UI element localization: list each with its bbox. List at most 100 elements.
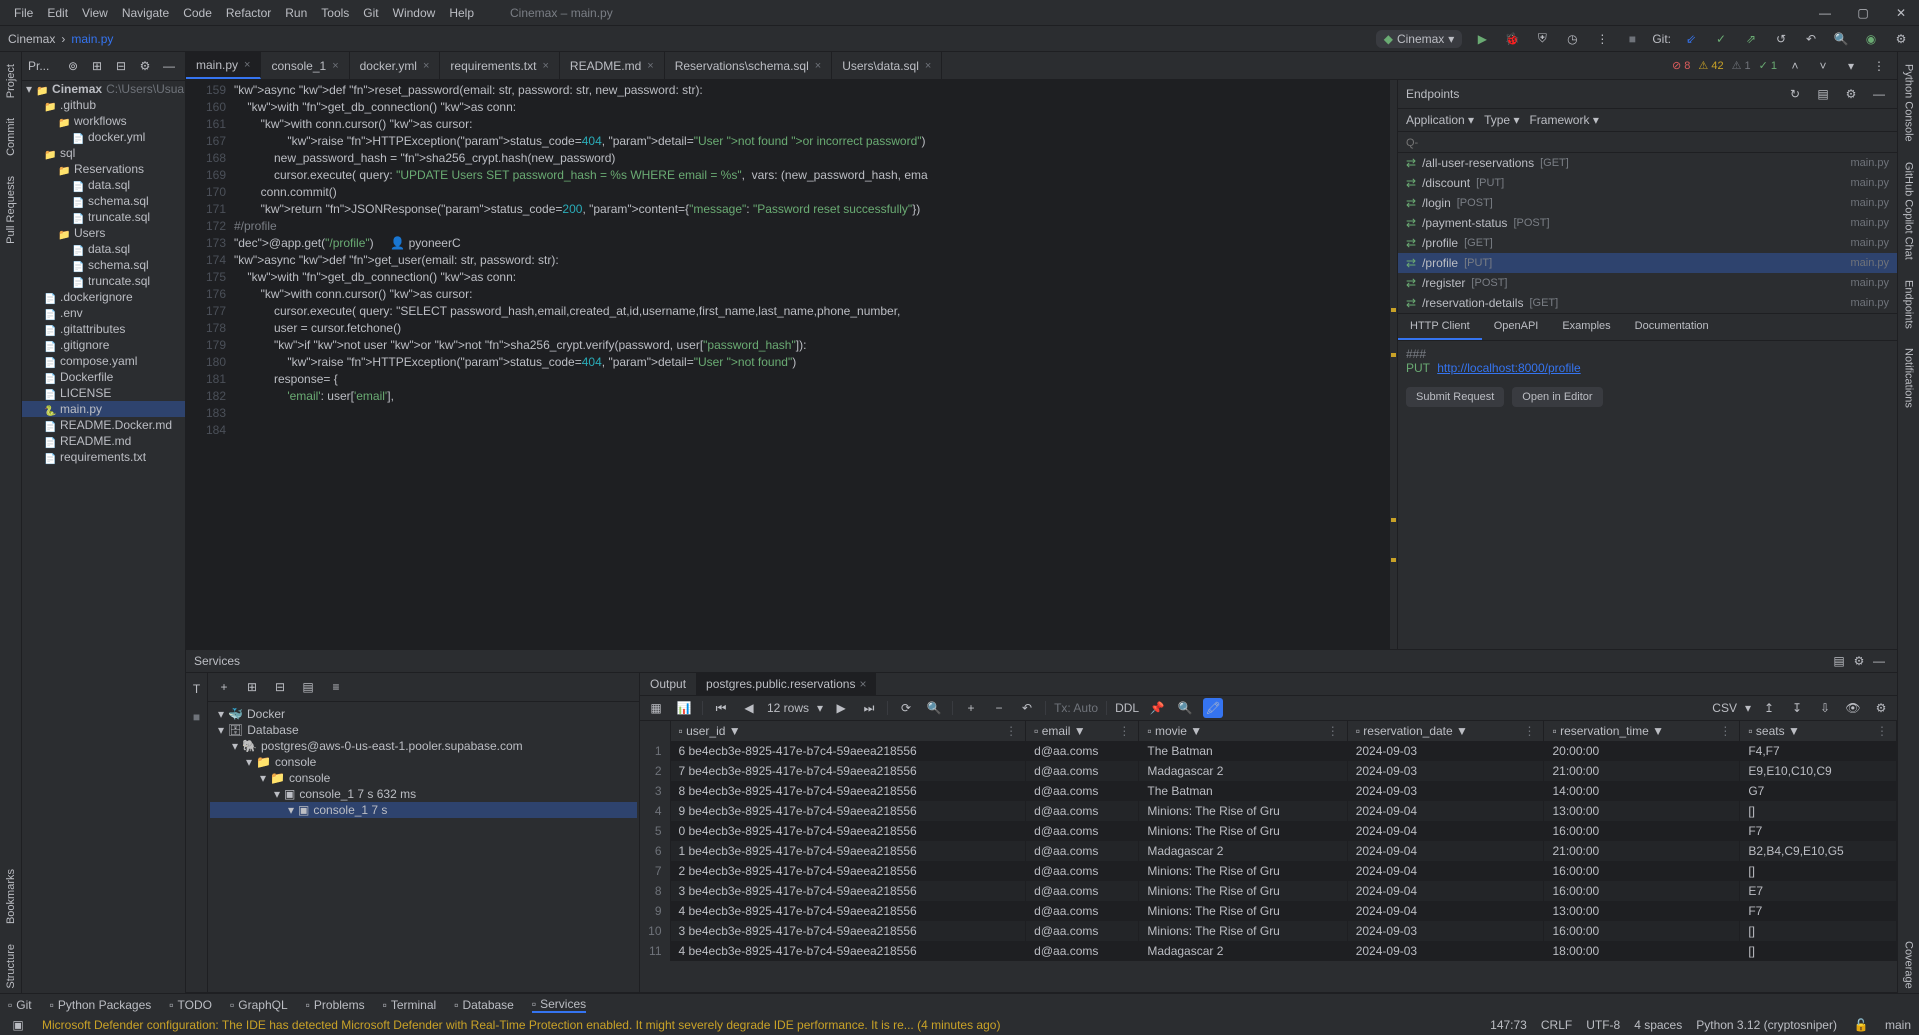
breadcrumb-project[interactable]: Cinemax [8,32,55,46]
toolwindow-structure[interactable]: Structure [5,940,17,993]
tree-node[interactable]: .gitignore [22,337,185,353]
http-url[interactable]: http://localhost:8000/profile [1437,361,1580,375]
next-page-icon[interactable]: ▶ [831,698,851,718]
table-cell[interactable]: 2024-09-03 [1347,921,1544,941]
menu-help[interactable]: Help [443,4,480,22]
tab-more-icon[interactable]: ⋮ [1869,56,1889,76]
service-node[interactable]: ▾📁console [210,754,637,770]
service-node[interactable]: ▾▣console_1 7 s 632 ms [210,786,637,802]
table-cell[interactable]: F7 [1740,821,1897,841]
table-cell[interactable]: 7 be4ecb3e-8925-417e-b7c4-59aeea218556 [670,761,1026,781]
column-header[interactable]: ▫ movie ▼ ⋮ [1139,721,1347,741]
table-row[interactable]: 49 be4ecb3e-8925-417e-b7c4-59aeea218556d… [640,801,1897,821]
endpoint-item[interactable]: ⇄/reservation-details [GET]main.py [1398,293,1897,313]
endpoints-search-input[interactable] [1406,137,1889,149]
add-service-icon[interactable]: + [214,677,234,697]
services-stop-icon[interactable]: ■ [187,707,207,727]
vcs-rollback-icon[interactable]: ↶ [1801,29,1821,49]
line-separator[interactable]: CRLF [1541,1018,1572,1032]
editor-tab[interactable]: README.md× [560,52,665,79]
table-cell[interactable]: G7 [1740,781,1897,801]
svc-expand-icon[interactable]: ⊞ [242,677,262,697]
file-encoding[interactable]: UTF-8 [1586,1018,1620,1032]
search-icon[interactable]: 🔍 [1175,698,1195,718]
tree-node[interactable]: truncate.sql [22,209,185,225]
editor-tab[interactable]: main.py× [186,52,261,79]
open-in-editor-button[interactable]: Open in Editor [1512,387,1602,407]
table-cell[interactable]: d@aa.coms [1026,801,1139,821]
tree-node[interactable]: Users [22,225,185,241]
menu-file[interactable]: File [8,4,39,22]
table-cell[interactable]: 4 be4ecb3e-8925-417e-b7c4-59aeea218556 [670,901,1026,921]
table-cell[interactable]: 2024-09-04 [1347,841,1544,861]
menu-refactor[interactable]: Refactor [220,4,277,22]
errors-badge[interactable]: ⊘ 8 [1672,59,1690,72]
table-cell[interactable]: d@aa.coms [1026,921,1139,941]
table-cell[interactable]: d@aa.coms [1026,941,1139,961]
table-cell[interactable]: 2024-09-03 [1347,741,1544,761]
tree-node[interactable]: data.sql [22,177,185,193]
service-node[interactable]: ▾🐳Docker [210,706,637,722]
filter-icon[interactable]: ▼ [1788,724,1800,738]
toolwindow-commit[interactable]: Commit [5,114,17,160]
db-result-table[interactable]: ▫ user_id ▼ ⋮▫ email ▼ ⋮▫ movie ▼ ⋮▫ res… [640,721,1897,992]
table-cell[interactable]: Minions: The Rise of Gru [1139,921,1347,941]
tree-node[interactable]: compose.yaml [22,353,185,369]
table-cell[interactable]: d@aa.coms [1026,861,1139,881]
filter-icon[interactable]: ▼ [729,724,741,738]
table-cell[interactable]: [] [1740,941,1897,961]
table-cell[interactable]: 16:00:00 [1544,821,1740,841]
project-tree[interactable]: ▾Cinemax C:\Users\Usuari....githubworkfl… [22,81,185,993]
table-cell[interactable]: 18:00:00 [1544,941,1740,961]
tree-node[interactable]: LICENSE [22,385,185,401]
table-row[interactable]: 61 be4ecb3e-8925-417e-b7c4-59aeea218556d… [640,841,1897,861]
table-cell[interactable]: d@aa.coms [1026,781,1139,801]
table-cell[interactable]: Minions: The Rise of Gru [1139,801,1347,821]
filter-icon[interactable]: ▼ [1190,724,1202,738]
services-settings-icon[interactable]: ⚙ [1849,651,1869,671]
table-cell[interactable]: 0 be4ecb3e-8925-417e-b7c4-59aeea218556 [670,821,1026,841]
service-node[interactable]: ▾📁console [210,770,637,786]
close-tab-icon[interactable]: × [925,60,931,72]
table-cell[interactable]: E9,E10,C10,C9 [1740,761,1897,781]
profile-icon[interactable]: ◷ [1562,29,1582,49]
table-cell[interactable]: Minions: The Rise of Gru [1139,861,1347,881]
import-icon[interactable]: ⇩ [1815,698,1835,718]
bottom-toolwindow-services[interactable]: ▫Services [532,997,586,1013]
export-up-icon[interactable]: ↥ [1759,698,1779,718]
minimize-icon[interactable]: — [1815,3,1835,23]
git-branch[interactable]: main [1885,1018,1911,1032]
endpoint-item[interactable]: ⇄/profile [PUT]main.py [1398,253,1897,273]
filter-icon[interactable]: ▼ [1456,724,1468,738]
toolwindow-endpoints[interactable]: Endpoints [1903,276,1915,333]
bottom-toolwindow-todo[interactable]: ▫TODO [169,998,212,1012]
endpoint-item[interactable]: ⇄/discount [PUT]main.py [1398,173,1897,193]
table-cell[interactable]: 2024-09-03 [1347,761,1544,781]
menu-view[interactable]: View [76,4,114,22]
services-hide-icon[interactable]: — [1869,651,1889,671]
endpoints-filter-framework[interactable]: Framework ▾ [1529,113,1598,127]
endpoints-search[interactable] [1398,132,1897,153]
stop-icon[interactable]: ■ [1622,29,1642,49]
endpoints-refresh-icon[interactable]: ↻ [1785,84,1805,104]
column-header[interactable]: ▫ email ▼ ⋮ [1026,721,1139,741]
table-cell[interactable]: 13:00:00 [1544,801,1740,821]
first-page-icon[interactable]: ⏮ [711,698,731,718]
pin-icon[interactable]: 📌 [1147,698,1167,718]
endpoint-tab-openapi[interactable]: OpenAPI [1482,314,1551,340]
tree-node[interactable]: .env [22,305,185,321]
view-query-icon[interactable]: 👁 [1843,698,1863,718]
tree-node[interactable]: sql [22,145,185,161]
table-cell[interactable]: 2024-09-04 [1347,901,1544,921]
table-cell[interactable]: d@aa.coms [1026,901,1139,921]
select-opened-file-icon[interactable]: ⊚ [63,56,83,76]
copilot-icon[interactable]: ◉ [1861,29,1881,49]
highlight-icon[interactable]: 🖍 [1203,698,1223,718]
caret-position[interactable]: 147:73 [1490,1018,1527,1032]
result-tab[interactable]: Output [640,673,696,695]
table-row[interactable]: 27 be4ecb3e-8925-417e-b7c4-59aeea218556d… [640,761,1897,781]
table-cell[interactable]: 2024-09-04 [1347,861,1544,881]
menu-run[interactable]: Run [279,4,313,22]
table-cell[interactable]: 2024-09-04 [1347,821,1544,841]
prev-page-icon[interactable]: ◀ [739,698,759,718]
